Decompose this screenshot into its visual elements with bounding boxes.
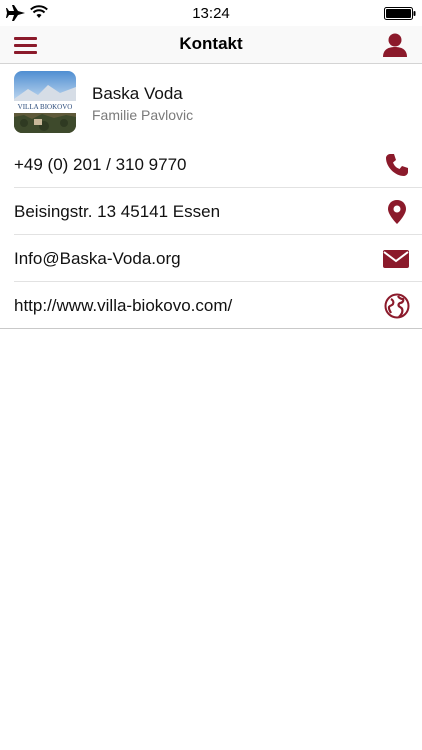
email-address: Info@Baska-Voda.org xyxy=(14,249,181,268)
website-row[interactable]: http://www.villa-biokovo.com/ xyxy=(0,282,422,329)
phone-row[interactable]: +49 (0) 201 / 310 9770 xyxy=(14,141,422,188)
mail-icon xyxy=(383,250,409,268)
email-row[interactable]: Info@Baska-Voda.org xyxy=(14,235,422,282)
status-time: 13:24 xyxy=(192,5,230,22)
villa-logo: VILLA BIOKOVO xyxy=(14,71,76,133)
contact-name: Baska Voda xyxy=(92,84,183,103)
page-title: Kontakt xyxy=(179,34,243,53)
profile-icon[interactable] xyxy=(380,30,410,60)
globe-icon xyxy=(384,293,410,319)
phone-number: +49 (0) 201 / 310 9770 xyxy=(14,155,187,174)
battery-icon xyxy=(384,7,416,20)
location-pin-icon xyxy=(388,200,406,224)
contact-list: +49 (0) 201 / 310 9770 Beisingstr. 13 45… xyxy=(0,141,422,329)
website-url: http://www.villa-biokovo.com/ xyxy=(14,296,233,315)
svg-text:VILLA BIOKOVO: VILLA BIOKOVO xyxy=(18,103,73,111)
contact-subtitle: Familie Pavlovic xyxy=(92,107,194,123)
address-text: Beisingstr. 13 45141 Essen xyxy=(14,202,221,221)
status-bar: 13:24 xyxy=(0,0,422,26)
address-row[interactable]: Beisingstr. 13 45141 Essen xyxy=(14,188,422,235)
nav-bar: Kontakt xyxy=(0,26,422,64)
phone-icon xyxy=(386,154,408,176)
contact-header: VILLA BIOKOVO Baska Voda Familie Pavlovi… xyxy=(0,65,422,141)
